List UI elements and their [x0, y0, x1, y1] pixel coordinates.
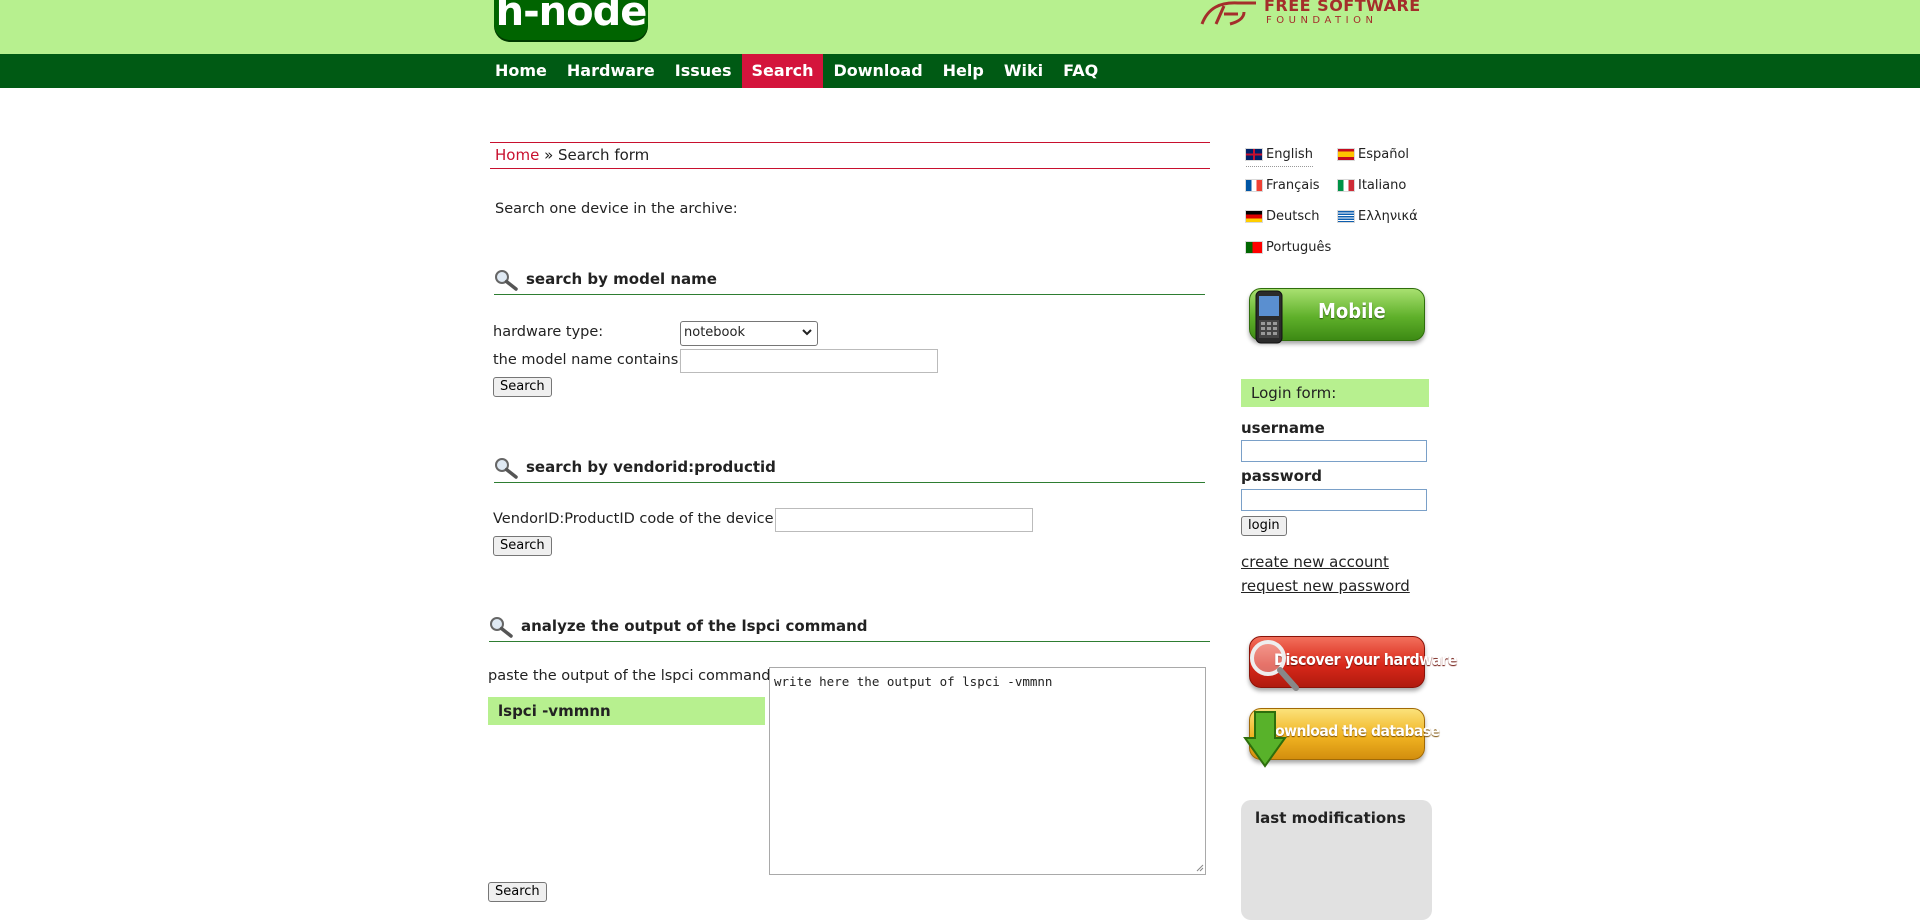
fsf-name: FREE SOFTWARE	[1264, 0, 1421, 15]
menu-search[interactable]: Search	[741, 54, 824, 88]
lang-espanol[interactable]: Español	[1338, 145, 1409, 163]
lang-portugues[interactable]: Português	[1246, 238, 1331, 256]
lang-italiano[interactable]: Italiano	[1338, 176, 1406, 194]
magnifier-icon	[490, 617, 513, 638]
fsf-logo[interactable]: FREE SOFTWARE FOUNDATION	[1198, 0, 1428, 28]
breadcrumb-separator: »	[539, 146, 559, 164]
phone-icon	[1255, 290, 1283, 344]
gr-flag-icon	[1338, 210, 1354, 222]
lang-deutsch[interactable]: Deutsch	[1246, 207, 1320, 225]
download-arrow-icon	[1243, 711, 1287, 768]
lspci-search-header: analyze the output of the lspci command	[489, 615, 1210, 642]
breadcrumb: Home » Search form	[490, 142, 1210, 169]
de-flag-icon	[1246, 210, 1262, 222]
username-input[interactable]	[1241, 440, 1427, 462]
fsf-subname: FOUNDATION	[1266, 15, 1378, 26]
model-name-label: the model name contains:	[493, 352, 684, 368]
password-input[interactable]	[1241, 489, 1427, 511]
hardware-type-label: hardware type:	[493, 324, 604, 340]
fr-flag-icon	[1246, 179, 1262, 191]
main-menu-bar: Home Hardware Issues Search Download Hel…	[0, 54, 1920, 88]
magnifier-icon	[1250, 640, 1299, 691]
menu-help[interactable]: Help	[933, 54, 994, 88]
lspci-search-button[interactable]: Search	[488, 882, 547, 902]
lspci-paste-label: paste the output of the lspci command:	[488, 668, 776, 684]
hardware-type-value: notebook	[684, 325, 745, 340]
pt-flag-icon	[1246, 241, 1262, 253]
last-modifications-panel: last modifications	[1241, 800, 1432, 920]
it-flag-icon	[1338, 179, 1354, 191]
username-label: username	[1241, 419, 1325, 437]
logo-text: h-node	[495, 0, 648, 35]
breadcrumb-home-link[interactable]: Home	[495, 146, 539, 164]
intro-text: Search one device in the archive:	[495, 201, 738, 217]
lang-greek[interactable]: Ελληνικά	[1338, 207, 1418, 225]
menu-home[interactable]: Home	[485, 54, 557, 88]
menu-wiki[interactable]: Wiki	[994, 54, 1053, 88]
gb-flag-icon	[1246, 148, 1262, 160]
mobile-label: Mobile	[1318, 299, 1386, 323]
hardware-type-select[interactable]: notebook	[680, 321, 818, 346]
magnifier-icon	[495, 270, 518, 291]
menu-hardware[interactable]: Hardware	[557, 54, 665, 88]
model-search-title: search by model name	[526, 270, 717, 288]
lang-english[interactable]: English	[1246, 145, 1313, 167]
model-name-input[interactable]	[680, 349, 938, 373]
login-form-title: Login form:	[1241, 379, 1429, 407]
last-modifications-title: last modifications	[1255, 809, 1406, 827]
menu-issues[interactable]: Issues	[665, 54, 742, 88]
model-search-header: search by model name	[494, 268, 1205, 295]
download-database-label: Download the database	[1264, 722, 1440, 740]
vendor-code-label: VendorID:ProductID code of the device:	[493, 511, 779, 527]
site-logo[interactable]: h-node	[494, 0, 648, 40]
vendor-search-title: search by vendorid:productid	[526, 458, 776, 476]
lspci-output-textarea[interactable]: write here the output of lspci -vmmnn	[769, 667, 1206, 875]
fsf-mark-icon	[1200, 1, 1256, 26]
lspci-command-box: lspci -vmmnn	[488, 697, 765, 725]
magnifier-icon	[495, 458, 518, 479]
main-menu: Home Hardware Issues Search Download Hel…	[485, 54, 1108, 88]
es-flag-icon	[1338, 148, 1354, 160]
menu-faq[interactable]: FAQ	[1053, 54, 1108, 88]
top-banner	[0, 0, 1920, 54]
create-account-link[interactable]: create new account	[1241, 553, 1389, 571]
menu-download[interactable]: Download	[823, 54, 932, 88]
login-button[interactable]: login	[1241, 516, 1287, 536]
chevron-down-icon	[802, 329, 812, 336]
resize-grip-icon[interactable]	[1196, 864, 1204, 872]
breadcrumb-current: Search form	[558, 146, 650, 164]
lang-francais[interactable]: Français	[1246, 176, 1320, 194]
lspci-search-title: analyze the output of the lspci command	[521, 617, 868, 635]
password-label: password	[1241, 467, 1323, 485]
request-password-link[interactable]: request new password	[1241, 577, 1410, 595]
model-search-button[interactable]: Search	[493, 377, 552, 397]
vendor-code-input[interactable]	[775, 508, 1033, 532]
vendor-search-button[interactable]: Search	[493, 536, 552, 556]
vendor-search-header: search by vendorid:productid	[494, 456, 1205, 483]
